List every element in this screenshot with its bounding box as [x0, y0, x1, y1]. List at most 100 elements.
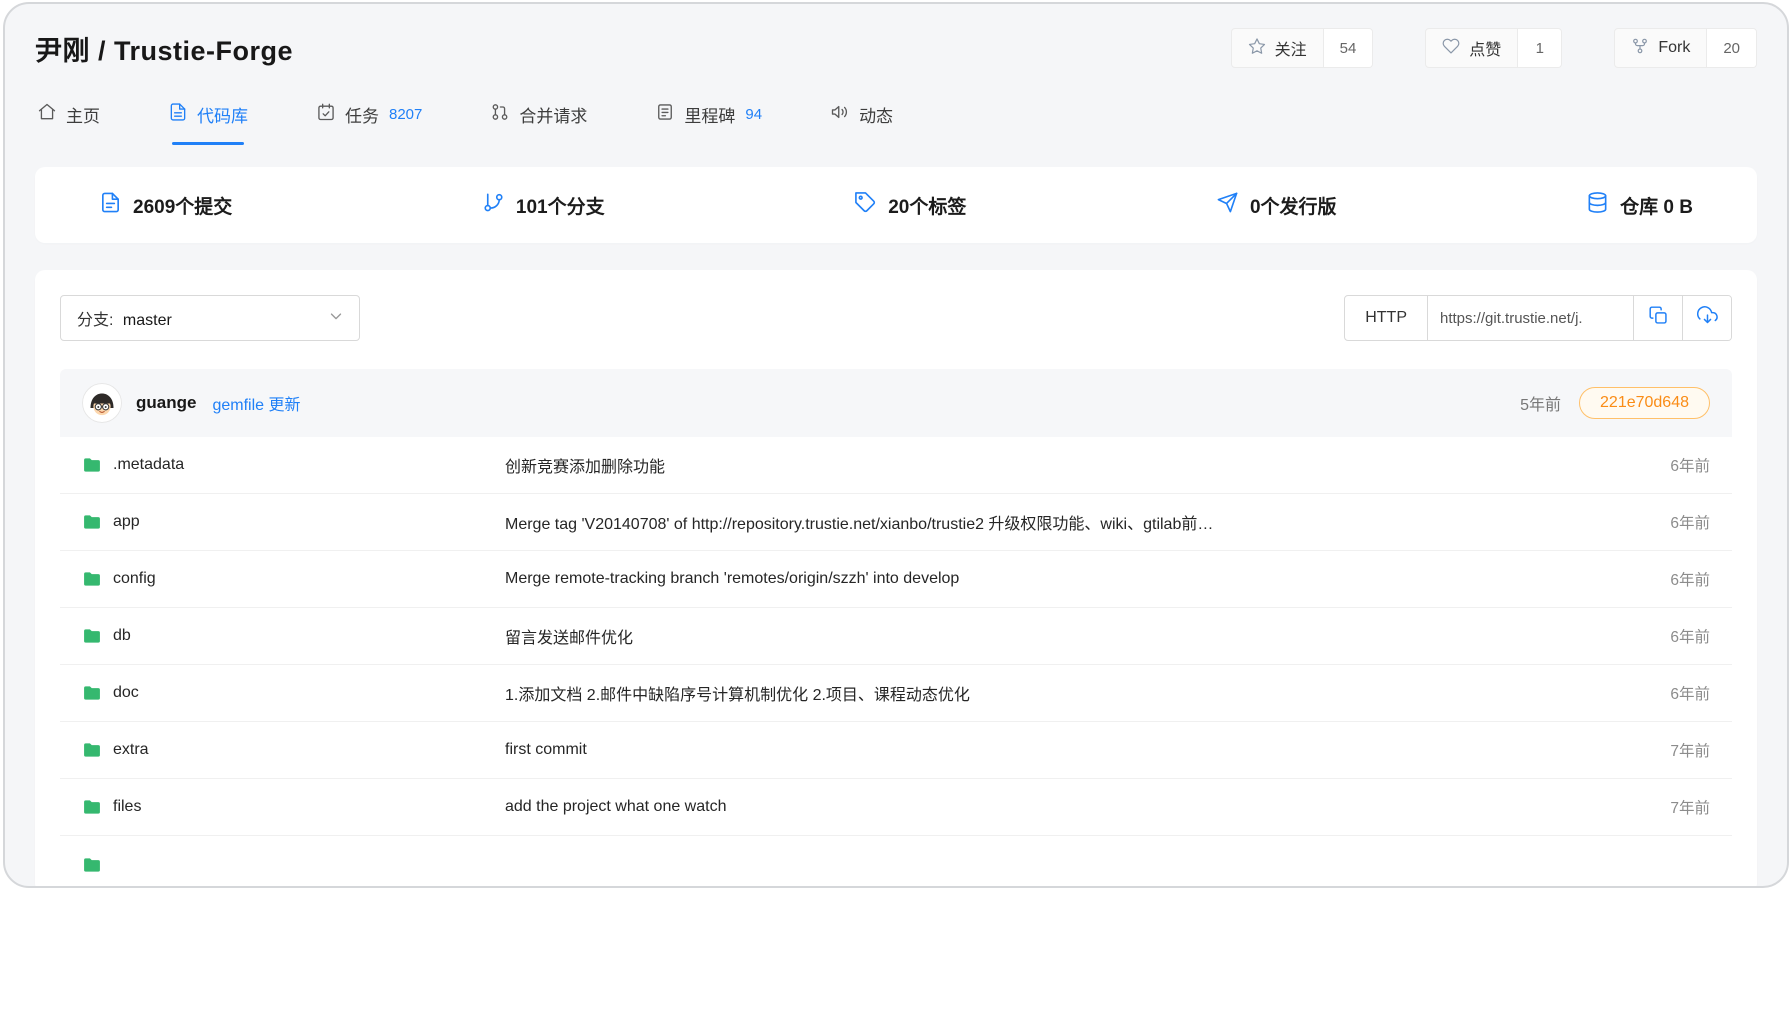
tab-activity[interactable]: 动态	[828, 90, 895, 145]
watch-count[interactable]: 54	[1323, 29, 1373, 67]
file-commit-message[interactable]: 留言发送邮件优化	[505, 624, 1590, 648]
file-name-cell[interactable]: extra	[82, 740, 505, 760]
heart-icon	[1442, 37, 1460, 60]
commit-hash-badge[interactable]: 221e70d648	[1579, 387, 1710, 419]
commit-author[interactable]: guange	[136, 393, 196, 413]
repo-browser-card: 分支: master HTTP	[35, 270, 1757, 888]
page-header: 尹刚 / Trustie-Forge 关注 54 点赞 1 For	[5, 4, 1787, 72]
file-name-cell[interactable]: doc	[82, 683, 505, 703]
file-name: config	[113, 570, 156, 588]
praise-label: 点赞	[1469, 36, 1501, 60]
activity-icon	[830, 102, 850, 127]
stat-branches-label: 101个分支	[516, 192, 605, 219]
file-commit-message[interactable]: first commit	[505, 741, 1590, 759]
fork-icon	[1631, 37, 1649, 60]
commit-message-link[interactable]: gemfile 更新	[212, 391, 300, 415]
download-button[interactable]	[1682, 296, 1731, 340]
branch-selector[interactable]: 分支: master	[60, 295, 360, 341]
fork-count[interactable]: 20	[1706, 29, 1756, 67]
repo-toolbar: 分支: master HTTP	[60, 295, 1732, 341]
file-commit-message[interactable]: add the project what one watch	[505, 798, 1590, 816]
file-row: config Merge remote-tracking branch 'rem…	[60, 551, 1732, 608]
latest-commit-bar: guange gemfile 更新 5年前 221e70d648	[60, 369, 1732, 437]
folder-icon	[82, 683, 102, 703]
folder-icon	[82, 855, 102, 875]
repo-stats-bar: 2609个提交 101个分支 20个标签 0个发行版 仓库 0 B	[35, 167, 1757, 243]
stat-repo-size-label: 仓库 0 B	[1620, 192, 1693, 219]
file-time: 7年前	[1590, 739, 1710, 761]
file-commit-message[interactable]: Merge remote-tracking branch 'remotes/or…	[505, 570, 1590, 588]
folder-icon	[82, 512, 102, 532]
file-name-cell[interactable]	[82, 855, 505, 875]
tab-repository[interactable]: 代码库	[166, 90, 250, 145]
clone-url-input[interactable]	[1428, 296, 1633, 340]
tab-issues-badge: 8207	[389, 106, 422, 123]
watch-label: 关注	[1275, 36, 1307, 60]
file-commit-message[interactable]: 创新竞赛添加删除功能	[505, 453, 1590, 477]
file-commit-message[interactable]: 1.添加文档 2.邮件中缺陷序号计算机制优化 2.项目、课程动态优化	[505, 681, 1590, 705]
repo-icon	[168, 102, 188, 127]
stat-branches[interactable]: 101个分支	[482, 191, 605, 220]
header-actions: 关注 54 点赞 1 Fork 20	[1231, 28, 1757, 68]
tab-merge-requests[interactable]: 合并请求	[488, 90, 589, 145]
chevron-down-icon	[327, 307, 345, 330]
folder-icon	[82, 740, 102, 760]
folder-icon	[82, 797, 102, 817]
tab-milestones-label: 里程碑	[684, 102, 735, 127]
stat-tags-label: 20个标签	[888, 192, 966, 219]
file-row: app Merge tag 'V20140708' of http://repo…	[60, 494, 1732, 551]
branch-icon	[482, 191, 505, 220]
clone-url-group: HTTP	[1344, 295, 1732, 341]
commit-icon	[99, 191, 122, 220]
tab-home-label: 主页	[66, 102, 100, 127]
tab-home[interactable]: 主页	[35, 90, 102, 145]
watch-button[interactable]: 关注 54	[1231, 28, 1374, 68]
page-title: 尹刚 / Trustie-Forge	[35, 29, 293, 68]
tab-issues-label: 任务	[345, 102, 379, 127]
task-icon	[316, 102, 336, 127]
file-row: extra first commit 7年前	[60, 722, 1732, 779]
stat-commits[interactable]: 2609个提交	[99, 191, 232, 220]
file-time: 6年前	[1590, 625, 1710, 647]
copy-icon	[1648, 305, 1669, 331]
file-commit-message[interactable]: Merge tag 'V20140708' of http://reposito…	[505, 510, 1590, 534]
file-time: 6年前	[1590, 454, 1710, 476]
folder-icon	[82, 455, 102, 475]
stat-releases-label: 0个发行版	[1250, 192, 1337, 219]
tab-merge-requests-label: 合并请求	[519, 102, 587, 127]
stat-repo-size[interactable]: 仓库 0 B	[1586, 191, 1693, 220]
tab-milestones-badge: 94	[745, 106, 762, 123]
file-row: db 留言发送邮件优化 6年前	[60, 608, 1732, 665]
file-name: extra	[113, 741, 149, 759]
praise-button[interactable]: 点赞 1	[1425, 28, 1562, 68]
file-row: doc 1.添加文档 2.邮件中缺陷序号计算机制优化 2.项目、课程动态优化 6…	[60, 665, 1732, 722]
file-name-cell[interactable]: app	[82, 512, 505, 532]
folder-icon	[82, 569, 102, 589]
praise-count[interactable]: 1	[1517, 29, 1561, 67]
tab-repository-label: 代码库	[197, 102, 248, 127]
tab-activity-label: 动态	[859, 102, 893, 127]
file-name: .metadata	[113, 456, 184, 474]
file-time: 6年前	[1590, 511, 1710, 533]
file-name-cell[interactable]: db	[82, 626, 505, 646]
stat-tags[interactable]: 20个标签	[854, 191, 966, 220]
file-table: .metadata 创新竞赛添加删除功能 6年前 app Merge tag '…	[60, 437, 1732, 888]
nav-tabs: 主页 代码库 任务 8207 合并请求 里程碑 94 动态	[5, 72, 1787, 145]
stat-commits-label: 2609个提交	[133, 192, 232, 219]
tab-milestones[interactable]: 里程碑 94	[653, 90, 764, 145]
stat-releases[interactable]: 0个发行版	[1216, 191, 1337, 220]
file-name: app	[113, 513, 140, 531]
file-time: 7年前	[1590, 796, 1710, 818]
release-icon	[1216, 191, 1239, 220]
file-name-cell[interactable]: files	[82, 797, 505, 817]
avatar[interactable]	[82, 383, 122, 423]
tab-issues[interactable]: 任务 8207	[314, 90, 424, 145]
file-name-cell[interactable]: config	[82, 569, 505, 589]
file-name: files	[113, 798, 141, 816]
tag-icon	[854, 191, 877, 220]
folder-icon	[82, 626, 102, 646]
fork-button[interactable]: Fork 20	[1614, 28, 1757, 68]
clone-protocol-button[interactable]: HTTP	[1345, 296, 1428, 340]
file-name-cell[interactable]: .metadata	[82, 455, 505, 475]
copy-button[interactable]	[1633, 296, 1682, 340]
